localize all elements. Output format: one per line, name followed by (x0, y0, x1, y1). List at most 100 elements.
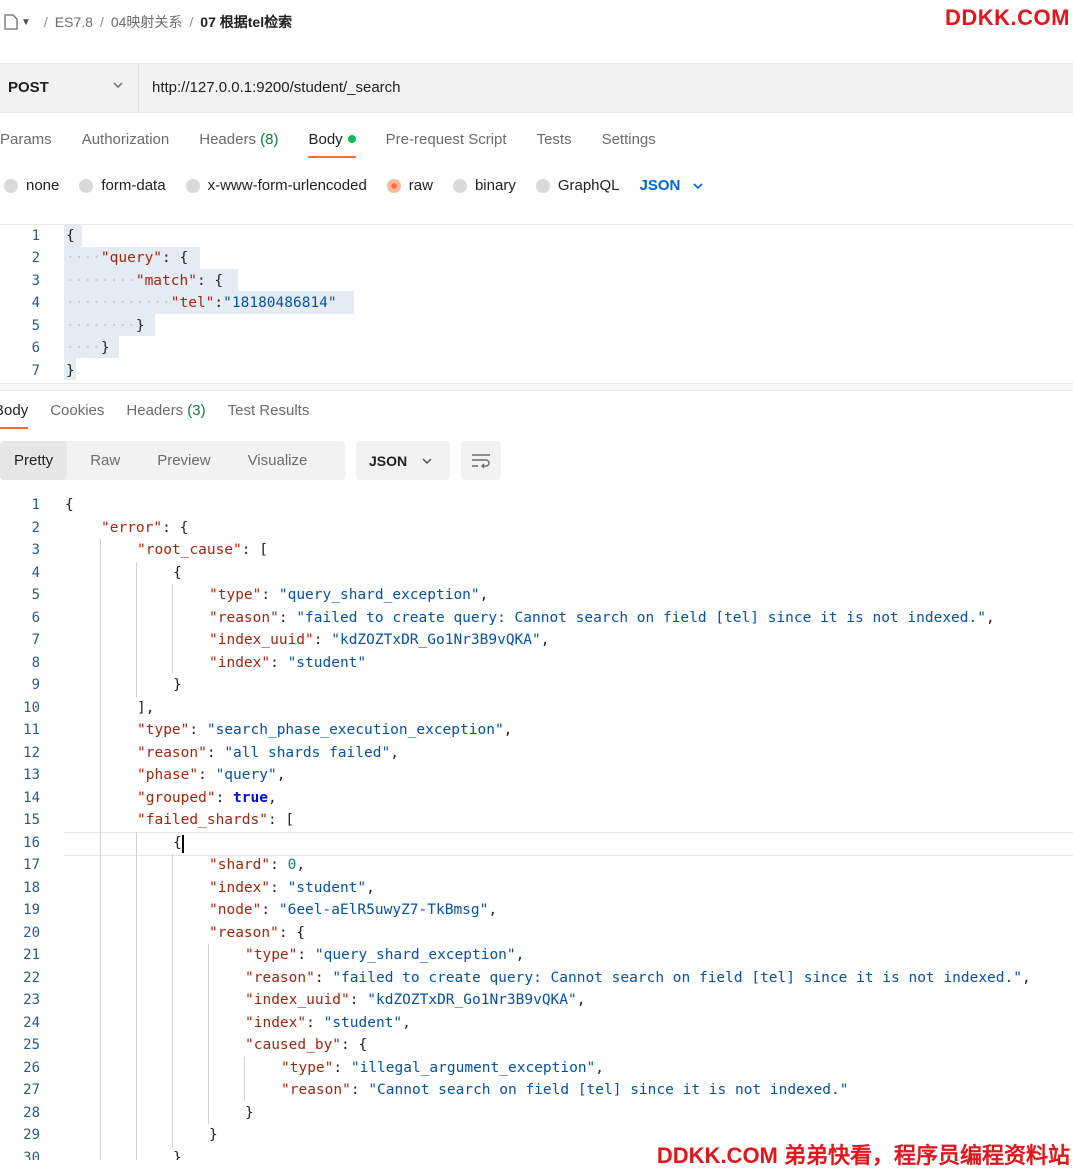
line-number: 29 (23, 1127, 40, 1143)
tab-body[interactable]: Body (308, 131, 356, 158)
wrap-lines-icon (472, 453, 490, 468)
tab-headers-label: Headers (199, 131, 256, 148)
code-line: { (173, 834, 182, 851)
breadcrumb-item-workspace[interactable]: ES7.8 (55, 14, 93, 30)
line-number: 6 (31, 609, 40, 626)
radio-raw[interactable]: raw (386, 177, 433, 194)
radio-label: raw (408, 177, 433, 194)
line-number: 7 (31, 363, 40, 379)
line-number: 20 (23, 924, 40, 941)
response-format-label: JSON (369, 452, 408, 469)
radio-circle (535, 178, 550, 193)
indent-guide (136, 561, 137, 697)
line-number: 23 (23, 992, 40, 1008)
response-tab-test-results[interactable]: Test Results (228, 402, 310, 419)
code-line: } (209, 1127, 218, 1143)
collection-icon[interactable] (4, 14, 18, 30)
line-number: 24 (23, 1014, 40, 1031)
view-pretty[interactable]: Pretty (0, 441, 68, 480)
indent-guide (172, 854, 173, 1147)
response-tab-cookies[interactable]: Cookies (50, 402, 104, 419)
line-number: 22 (23, 969, 40, 986)
watermark-top: DDKK.COM (945, 5, 1070, 30)
url-input[interactable]: http://127.0.0.1:9200/student/_search (152, 79, 401, 96)
response-tab-body[interactable]: Body (0, 402, 29, 429)
radio-form-data[interactable]: form-data (79, 177, 166, 194)
code-line: "type": "search_phase_execution_exceptio… (137, 722, 513, 738)
raw-format-select[interactable]: JSON (640, 177, 705, 194)
headers-count: (8) (260, 131, 279, 148)
line-number: 15 (23, 812, 40, 828)
wrap-lines-button[interactable] (461, 441, 501, 480)
request-tabs: Params Authorization Headers (8) Body Pr… (0, 131, 686, 158)
code-line: "index": "student", (209, 879, 375, 896)
breadcrumb: ▼ / ES7.8 / 04映射关系 / 07 根据tel检索 (4, 9, 292, 35)
indent-guide (136, 831, 137, 1160)
line-number: 18 (23, 879, 40, 896)
radio-circle (452, 178, 467, 193)
chevron-down-icon[interactable]: ▼ (21, 17, 31, 28)
line-number: 21 (23, 947, 40, 963)
line-number: 28 (23, 1104, 40, 1121)
line-number: 10 (23, 699, 40, 716)
code-line: "reason": "failed to create query: Canno… (245, 969, 1031, 986)
tab-settings[interactable]: Settings (602, 131, 656, 148)
radio-urlencoded[interactable]: x-www-form-urlencoded (185, 177, 367, 194)
divider (0, 390, 1073, 391)
code-line: "type": "query_shard_exception", (209, 587, 489, 603)
watermark-bottom: DDKK.COM 弟弟快看，程序员编程资料站 (652, 1138, 1070, 1170)
code-line: ····} (66, 340, 110, 356)
chevron-down-icon[interactable] (112, 79, 124, 91)
view-raw[interactable]: Raw (76, 441, 134, 480)
request-bar: POST http://127.0.0.1:9200/student/_sear… (0, 63, 1073, 113)
radio-graphql[interactable]: GraphQL (535, 177, 620, 194)
radio-label: binary (474, 177, 516, 194)
line-number: 6 (31, 340, 40, 356)
indent-guide (244, 1056, 245, 1102)
line-number: 1 (31, 228, 40, 244)
breadcrumb-item-folder[interactable]: 04映射关系 (111, 12, 183, 32)
code-line: { (173, 564, 182, 581)
response-body-viewer[interactable]: 1 {2 "error": {3 "root_cause": [4 {5 "type": … (0, 492, 1073, 1160)
view-mode-switch: Pretty Raw Preview Visualize (0, 441, 345, 480)
line-number: 5 (31, 318, 40, 334)
code-line: "reason": "Cannot search on field [tel] … (281, 1082, 849, 1098)
response-tab-headers[interactable]: Headers (3) (126, 402, 205, 419)
radio-label: x-www-form-urlencoded (207, 177, 367, 194)
radio-circle (79, 178, 94, 193)
tab-authorization[interactable]: Authorization (82, 131, 170, 148)
code-line: "failed_shards": [ (137, 812, 295, 828)
code-line: "index": "student" (209, 654, 367, 671)
indent-guide (100, 539, 101, 1160)
radio-circle (185, 178, 200, 193)
tab-params[interactable]: Params (0, 131, 52, 148)
breadcrumb-current-request[interactable]: 07 根据tel检索 (200, 12, 292, 32)
line-number: 3 (31, 273, 40, 289)
code-line: { (65, 497, 74, 513)
radio-binary[interactable]: binary (452, 177, 516, 194)
response-headers-count: (3) (187, 402, 206, 419)
tab-headers[interactable]: Headers (8) (199, 131, 278, 148)
modified-dot-icon (347, 135, 356, 143)
line-number: 9 (31, 677, 40, 693)
request-body-editor[interactable]: 1 2 3 4 5 6 7 { ····"query": { ········"… (0, 225, 1073, 383)
tab-tests[interactable]: Tests (537, 131, 572, 148)
line-number: 19 (23, 902, 40, 918)
view-preview[interactable]: Preview (143, 441, 224, 480)
code-line: "reason": { (209, 924, 306, 941)
code-line: ], (137, 699, 155, 716)
radio-label: form-data (101, 177, 166, 194)
code-line: "phase": "query", (137, 767, 286, 783)
raw-format-label: JSON (639, 177, 681, 194)
radio-none[interactable]: none (4, 177, 59, 194)
line-number: 25 (23, 1037, 40, 1053)
radio-label: none (26, 177, 60, 194)
method-select[interactable]: POST (8, 79, 49, 96)
chevron-down-icon (693, 182, 703, 189)
breadcrumb-separator: / (99, 14, 104, 30)
line-number: 27 (23, 1082, 40, 1098)
body-type-options: none form-data x-www-form-urlencoded raw… (4, 177, 704, 194)
response-format-select[interactable]: JSON (356, 441, 450, 480)
tab-prerequest-script[interactable]: Pre-request Script (386, 131, 507, 148)
view-visualize[interactable]: Visualize (234, 441, 322, 480)
